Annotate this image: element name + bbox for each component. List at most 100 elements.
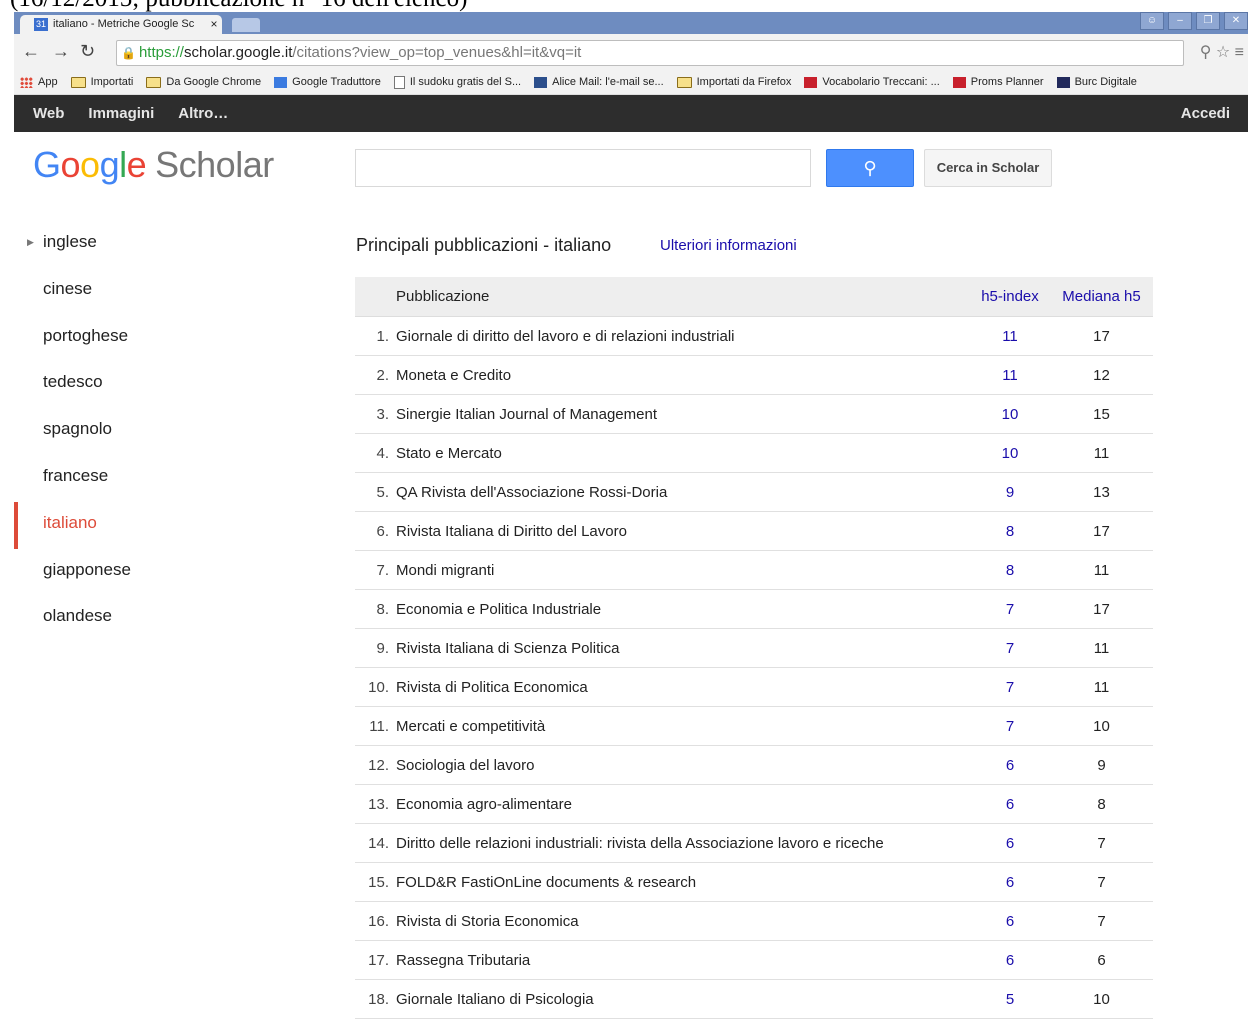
bookmark-item[interactable]: Google Traduttore — [274, 76, 381, 88]
row-publication-name: Rivista di Storia Economica — [396, 912, 579, 930]
row-rank: 4. — [376, 444, 389, 462]
more-info-link[interactable]: Ulteriori informazioni — [660, 237, 797, 254]
row-h5-median: 11 — [1093, 444, 1110, 462]
table-row: 2. Moneta e Credito 11 12 — [355, 356, 1153, 395]
table-row: 1. Giornale di diritto del lavoro e di re… — [355, 317, 1153, 356]
bookmark-star-icon[interactable]: ☆ — [1216, 44, 1230, 61]
column-h5-index[interactable]: h5-index — [970, 288, 1050, 305]
table-row: 3. Sinergie Italian Journal of Management… — [355, 395, 1153, 434]
row-h5-index-link[interactable]: 8 — [970, 562, 1050, 579]
bookmark-label: App — [38, 76, 58, 88]
logo-scholar-text: Scholar — [155, 144, 274, 185]
user-icon[interactable]: ☺ — [1140, 12, 1164, 30]
page-caption: (16/12/2015; pubblicazione n° 16 dell'el… — [10, 0, 467, 12]
signin-link[interactable]: Accedi — [1181, 105, 1230, 122]
row-rank: 2. — [376, 366, 389, 384]
search-scholar-button[interactable]: Cerca in Scholar — [924, 149, 1052, 187]
row-h5-index-link[interactable]: 6 — [970, 757, 1050, 774]
bookmark-item[interactable]: Burc Digitale — [1056, 76, 1137, 88]
page-icon — [393, 75, 405, 89]
row-h5-index-link[interactable]: 7 — [970, 718, 1050, 735]
row-h5-index-link[interactable]: 11 — [970, 367, 1050, 384]
forward-arrow-icon[interactable]: → — [52, 41, 70, 62]
table-row: 18. Giornale Italiano di Psicologia 5 10 — [355, 980, 1153, 1019]
bookmark-item[interactable]: Vocabolario Treccani: ... — [804, 76, 940, 88]
row-h5-index-link[interactable]: 6 — [970, 835, 1050, 852]
row-h5-index-link[interactable]: 6 — [970, 874, 1050, 891]
search-button[interactable]: ⚲ — [826, 149, 914, 187]
gbar-link-web[interactable]: Web — [33, 105, 64, 122]
bookmark-label: Alice Mail: l'e-mail se... — [552, 76, 664, 88]
row-publication-name: Rassegna Tributaria — [396, 951, 531, 969]
table-row: 11. Mercati e competitività 7 10 — [355, 707, 1153, 746]
minimize-icon[interactable]: – — [1168, 12, 1192, 30]
sidebar-item-olandese[interactable]: olandese — [14, 595, 314, 642]
menu-icon[interactable]: ≡ — [1235, 44, 1244, 61]
tab-close-icon[interactable]: × — [206, 15, 222, 34]
bookmark-label: Google Traduttore — [292, 76, 381, 88]
bookmark-label: Da Google Chrome — [166, 76, 262, 88]
bookmark-item[interactable]: App — [20, 76, 58, 88]
google-scholar-logo[interactable]: Google Scholar — [33, 144, 274, 186]
sidebar-item-tedesco[interactable]: tedesco — [14, 361, 314, 408]
row-h5-index-link[interactable]: 11 — [970, 328, 1050, 345]
row-rank: 10. — [368, 678, 389, 696]
table-row: 13. Economia agro-alimentare 6 8 — [355, 785, 1153, 824]
row-h5-index-link[interactable]: 10 — [970, 445, 1050, 462]
gbar-link-images[interactable]: Immagini — [88, 105, 154, 122]
sidebar-item-cinese[interactable]: cinese — [14, 268, 314, 315]
url-host: scholar.google.it — [183, 44, 293, 61]
window-controls: ☺ – ❐ ✕ — [1136, 12, 1248, 30]
bookmark-item[interactable]: Il sudoku gratis del S... — [393, 75, 521, 89]
zoom-icon[interactable]: ⚲ — [1200, 44, 1212, 61]
url-scheme: https:// — [138, 44, 184, 61]
row-h5-index-link[interactable]: 7 — [970, 640, 1050, 657]
row-h5-index-link[interactable]: 6 — [970, 913, 1050, 930]
row-rank: 13. — [368, 795, 389, 813]
row-h5-index-link[interactable]: 6 — [970, 796, 1050, 813]
gbar-link-more[interactable]: Altro… — [178, 105, 228, 122]
search-input[interactable] — [355, 149, 811, 187]
row-h5-index-link[interactable]: 6 — [970, 952, 1050, 969]
address-bar[interactable]: 🔒 https://scholar.google.it/citations?vie… — [116, 40, 1184, 66]
browser-tab[interactable]: 31 italiano - Metriche Google Sc × — [20, 15, 222, 34]
row-publication-name: Mercati e competitività — [396, 717, 546, 735]
bookmark-item[interactable]: Da Google Chrome — [146, 76, 261, 88]
back-arrow-icon[interactable]: ← — [22, 41, 40, 62]
row-h5-index-link[interactable]: 5 — [970, 991, 1050, 1008]
column-h5-median[interactable]: Mediana h5 — [1050, 288, 1153, 305]
row-publication-name: Moneta e Credito — [396, 366, 512, 384]
sidebar-item-label: spagnolo — [43, 419, 113, 439]
row-h5-index-link[interactable]: 10 — [970, 406, 1050, 423]
row-h5-index-link[interactable]: 8 — [970, 523, 1050, 540]
blue-icon — [274, 76, 288, 88]
row-rank: 7. — [376, 561, 389, 579]
sidebar-item-inglese[interactable]: ▶ inglese — [14, 221, 314, 268]
row-h5-median: 17 — [1093, 327, 1110, 345]
table-row: 5. QA Rivista dell'Associazione Rossi-Dor… — [355, 473, 1153, 512]
sidebar-item-spagnolo[interactable]: spagnolo — [14, 408, 314, 455]
maximize-icon[interactable]: ❐ — [1196, 12, 1220, 30]
sidebar-item-francese[interactable]: francese — [14, 455, 314, 502]
row-h5-index-link[interactable]: 9 — [970, 484, 1050, 501]
new-tab-button[interactable] — [232, 18, 260, 32]
row-h5-index-link[interactable]: 7 — [970, 679, 1050, 696]
tab-title: italiano - Metriche Google Sc — [53, 18, 195, 30]
table-row: 14. Diritto delle relazioni industriali: … — [355, 824, 1153, 863]
bookmark-item[interactable]: Proms Planner — [952, 76, 1044, 88]
reload-icon[interactable]: ↻ — [80, 41, 95, 62]
row-h5-median: 11 — [1093, 561, 1110, 579]
url-path: /citations?view_op=top_venues&hl=it&vq=i… — [292, 44, 582, 61]
table-row: 15. FOLD&R FastiOnLine documents & resear… — [355, 863, 1153, 902]
bookmark-item[interactable]: Alice Mail: l'e-mail se... — [534, 76, 664, 88]
sidebar-item-portoghese[interactable]: portoghese — [14, 315, 314, 362]
row-h5-index-link[interactable]: 7 — [970, 601, 1050, 618]
sidebar-item-giapponese[interactable]: giapponese — [14, 549, 314, 596]
sidebar-item-label: giapponese — [43, 559, 131, 579]
bookmark-item[interactable]: Importati da Firefox — [676, 76, 791, 88]
close-window-icon[interactable]: ✕ — [1224, 12, 1248, 30]
row-h5-median: 8 — [1097, 795, 1106, 813]
sidebar-item-italiano[interactable]: italiano — [14, 501, 314, 549]
bookmark-item[interactable]: Importati — [70, 76, 133, 88]
row-rank: 16. — [368, 912, 389, 930]
